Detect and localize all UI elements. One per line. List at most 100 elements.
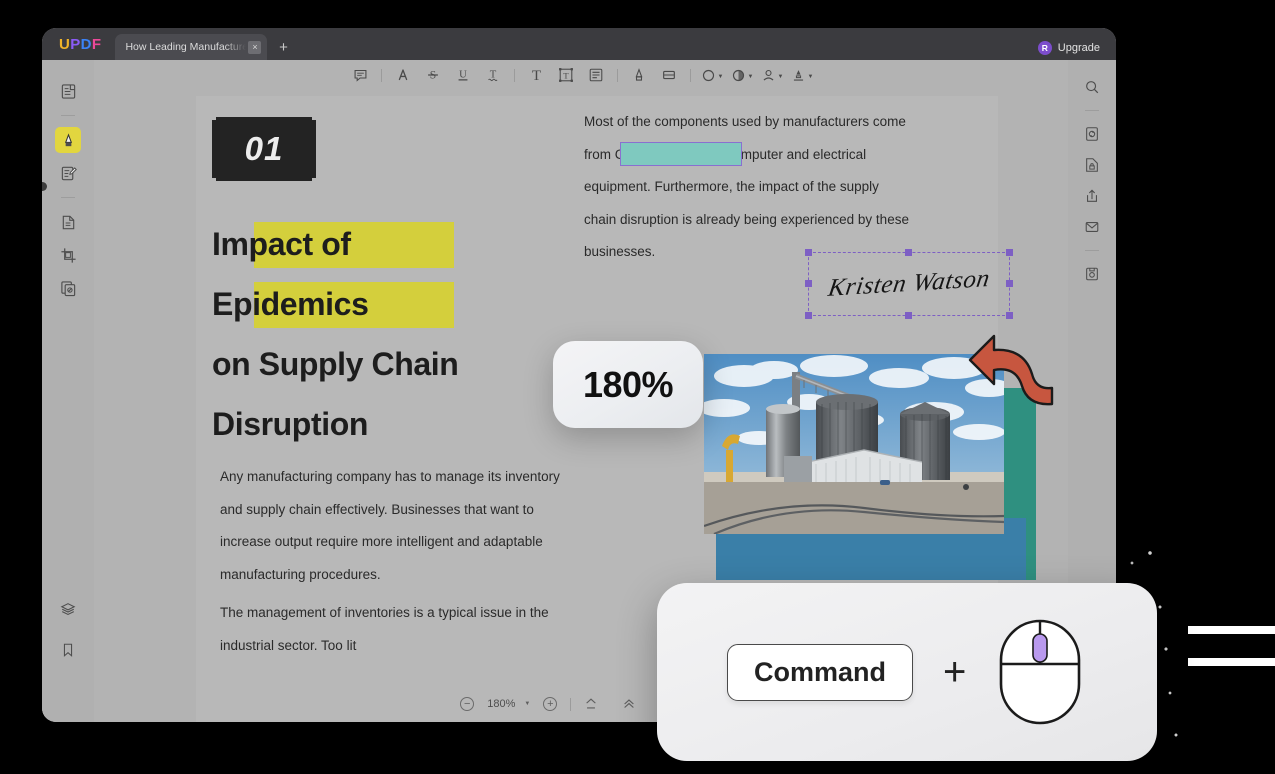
title-line-4: Disruption <box>212 406 368 442</box>
signature-tool[interactable]: ▼ <box>787 62 817 88</box>
document-convert-icon <box>62 215 74 229</box>
signature-annotation[interactable]: Kristen Watson <box>805 249 1013 319</box>
zoom-in-button[interactable]: + <box>539 693 561 715</box>
resize-handle-top-right[interactable] <box>1006 249 1013 256</box>
minus-icon: − <box>460 697 475 711</box>
search-icon <box>1086 81 1099 94</box>
sidebar-item-edit-pdf[interactable] <box>55 160 81 186</box>
sidebar-collapse-handle[interactable] <box>42 182 47 191</box>
logo-letter-p: P <box>70 36 81 53</box>
document-save-icon <box>1086 267 1098 281</box>
document-pencil-icon <box>61 166 77 180</box>
underline-tool[interactable]: U <box>448 62 478 88</box>
right-item-email[interactable] <box>1079 214 1105 240</box>
highlighter-icon <box>64 132 72 146</box>
squiggly-tool[interactable]: T <box>478 62 508 88</box>
text-highlight-annotation[interactable] <box>620 142 742 166</box>
layers-icon <box>60 603 76 616</box>
bookmark-icon <box>63 643 73 657</box>
upgrade-badge: R <box>1037 41 1052 55</box>
paragraph: Any manufacturing company has to manage … <box>220 469 560 582</box>
resize-handle-top-center[interactable] <box>905 249 912 256</box>
underline-u-icon: U <box>458 70 468 81</box>
strikethrough-tool[interactable]: S <box>418 62 448 88</box>
svg-text:T: T <box>531 68 540 84</box>
fit-page-button[interactable] <box>580 693 602 715</box>
resize-handle-middle-left[interactable] <box>805 280 812 287</box>
sidebar-divider-1 <box>61 115 75 116</box>
sticky-note-tool[interactable] <box>581 62 611 88</box>
sticky-note-icon <box>589 68 603 82</box>
tab-document[interactable]: How Leading Manufacture × <box>115 34 268 60</box>
crop-icon <box>60 247 76 263</box>
zoom-level-value[interactable]: 180% <box>487 698 515 710</box>
resize-handle-bottom-right[interactable] <box>1006 312 1013 319</box>
fit-width-button[interactable] <box>618 693 640 715</box>
resize-handle-bottom-center[interactable] <box>905 312 912 319</box>
title-line-1: Impact of <box>212 226 351 262</box>
chevron-down-icon[interactable]: ▼ <box>748 74 754 80</box>
zoom-out-button[interactable]: − <box>456 693 478 715</box>
plus-icon: + <box>543 697 558 711</box>
resize-handle-top-left[interactable] <box>805 249 812 256</box>
mouse-illustration <box>996 616 1084 728</box>
comment-icon <box>354 69 366 82</box>
highlight-tool[interactable] <box>388 62 418 88</box>
right-item-search[interactable] <box>1079 74 1105 100</box>
updf-logo: U P D F <box>59 36 101 53</box>
chevron-down-icon[interactable]: ▼ <box>778 74 784 80</box>
bottom-toolbar-divider <box>570 697 572 711</box>
fit-page-icon <box>586 698 597 709</box>
new-tab-icon[interactable]: + <box>271 34 295 60</box>
measure-tool[interactable]: ▼ <box>727 62 757 88</box>
sidebar-item-crop-page[interactable] <box>55 242 81 268</box>
sidebar-item-bookmarks[interactable] <box>55 637 81 663</box>
strikethrough-s-icon: S <box>428 70 438 82</box>
right-item-compress-save[interactable] <box>1079 261 1105 287</box>
comment-tool[interactable] <box>345 62 375 88</box>
text-tool[interactable]: T <box>521 62 551 88</box>
grain-silo-photo <box>704 354 1004 534</box>
toolbar-divider-3 <box>617 68 618 82</box>
envelope-icon <box>1085 222 1099 232</box>
svg-text:T: T <box>563 71 569 81</box>
red-arrow-stamp[interactable] <box>964 330 1062 412</box>
curved-arrow-icon <box>968 334 1054 406</box>
sidebar-item-layers[interactable] <box>55 596 81 622</box>
title-bar: U P D F How Leading Manufacture × + R Up… <box>42 28 1116 60</box>
chevron-down-icon[interactable]: ▼ <box>718 74 724 80</box>
close-icon[interactable]: × <box>248 40 262 54</box>
annotation-toolbar: S U T <box>94 60 1068 90</box>
logo-letter-d: D <box>80 36 92 53</box>
sidebar-item-annotate-highlighter[interactable] <box>55 127 81 153</box>
upgrade-label: Upgrade <box>1057 42 1100 54</box>
stamp-tool[interactable]: ▼ <box>757 62 787 88</box>
resize-handle-middle-right[interactable] <box>1006 280 1013 287</box>
chevron-down-icon[interactable]: ▼ <box>524 701 530 707</box>
sidebar-item-organize-pages[interactable] <box>55 275 81 301</box>
zoom-popup-value: 180% <box>582 363 674 405</box>
text-box-tool[interactable]: T <box>551 62 581 88</box>
title-line-2: Epidemics <box>212 286 369 322</box>
right-item-convert[interactable] <box>1079 121 1105 147</box>
right-body-text: Most of the components used by manufactu… <box>584 114 909 259</box>
mouse-scroll-icon <box>1000 619 1081 725</box>
share-upload-icon <box>1087 189 1097 202</box>
sidebar-item-reader-view[interactable] <box>55 78 81 104</box>
svg-text:U: U <box>459 70 467 81</box>
eraser-tool[interactable] <box>654 62 684 88</box>
edge-bar-top <box>1188 626 1275 634</box>
sidebar-item-convert-pdf[interactable] <box>55 209 81 235</box>
chevron-down-icon[interactable]: ▼ <box>808 74 814 80</box>
edge-bar-bottom <box>1188 658 1275 666</box>
command-key: Command <box>727 643 914 701</box>
document-lock-icon <box>1086 158 1098 172</box>
resize-handle-bottom-left[interactable] <box>805 312 812 319</box>
shapes-tool[interactable]: ▼ <box>697 62 727 88</box>
document-page-icon <box>61 83 75 99</box>
upgrade-button[interactable]: R Upgrade <box>1037 41 1100 55</box>
pencil-tool[interactable] <box>624 62 654 88</box>
right-item-protect[interactable] <box>1079 152 1105 178</box>
zoom-level-popup: 180% <box>553 341 703 428</box>
right-item-share[interactable] <box>1079 183 1105 209</box>
